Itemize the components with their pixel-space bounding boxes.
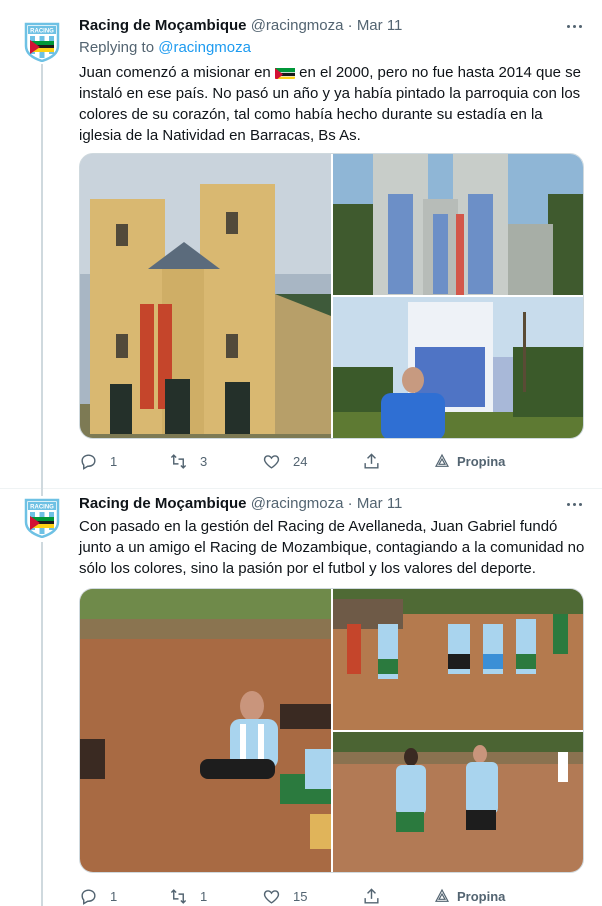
tweet-actions: 1 1 15 Propina (79, 886, 519, 906)
reply-count: 1 (110, 888, 118, 904)
retweet-button[interactable]: 3 (169, 451, 207, 471)
photo-man-church[interactable] (333, 297, 583, 438)
avatar[interactable]: RACING (24, 22, 60, 62)
share-icon (364, 452, 379, 469)
heart-icon (263, 454, 280, 469)
tip-label: Propina (457, 453, 506, 469)
photo-church-front[interactable] (80, 154, 331, 438)
retweet-count: 1 (200, 888, 208, 904)
tweet-1[interactable]: RACING Racing de Moçambique @racingmoza … (0, 0, 602, 488)
photo-player-sitting[interactable] (80, 589, 331, 872)
like-button[interactable]: 24 (262, 451, 307, 471)
tip-button[interactable]: Propina (434, 886, 505, 906)
reply-button[interactable]: 1 (79, 451, 117, 471)
tip-button[interactable]: Propina (434, 451, 505, 471)
share-button[interactable] (362, 886, 381, 906)
reply-icon (81, 453, 96, 470)
tip-icon (435, 888, 449, 902)
more-icon[interactable] (564, 16, 584, 36)
retweet-icon (170, 453, 187, 469)
author-name[interactable]: Racing de Moçambique (79, 17, 247, 34)
author-name[interactable]: Racing de Moçambique (79, 495, 247, 512)
tip-icon (435, 453, 449, 467)
heart-icon (263, 889, 280, 904)
tweet-text: Con pasado en la gestión del Racing de A… (79, 518, 585, 577)
reply-button[interactable]: 1 (79, 886, 117, 906)
share-icon (364, 887, 379, 904)
tweet-header: Racing de Moçambique @racingmoza · Mar 1… (79, 16, 562, 36)
mozambique-flag-icon (274, 66, 295, 79)
separator: · (347, 495, 353, 512)
share-button[interactable] (362, 451, 381, 471)
replying-to-mention[interactable]: @racingmoza (158, 39, 251, 56)
photo-players-field[interactable] (333, 589, 583, 730)
svg-text:RACING: RACING (30, 505, 54, 511)
like-button[interactable]: 15 (262, 886, 307, 906)
separator: · (347, 17, 353, 34)
avatar[interactable]: RACING (24, 498, 60, 538)
tweet-date[interactable]: Mar 11 (357, 17, 403, 34)
tweet-header: Racing de Moçambique @racingmoza · Mar 1… (79, 494, 562, 514)
tweet-2[interactable]: RACING Racing de Moçambique @racingmoza … (0, 488, 602, 906)
media-grid[interactable] (79, 153, 584, 439)
thread-line (41, 64, 43, 488)
thread-line-top (41, 488, 43, 496)
reply-count: 1 (110, 453, 118, 469)
author-handle[interactable]: @racingmoza (251, 495, 344, 512)
replying-prefix: Replying to (79, 39, 155, 56)
tweet-text-part-1: Juan comenzó a misionar en (79, 64, 271, 81)
photo-church-blue[interactable] (333, 154, 583, 295)
reply-icon (81, 888, 96, 905)
retweet-icon (170, 888, 187, 904)
media-grid[interactable] (79, 588, 584, 873)
retweet-button[interactable]: 1 (169, 886, 207, 906)
tweet-actions: 1 3 24 Propina (79, 451, 519, 471)
more-icon[interactable] (564, 494, 584, 514)
author-handle[interactable]: @racingmoza (251, 17, 344, 34)
svg-text:RACING: RACING (30, 29, 54, 35)
thread-line (41, 542, 43, 906)
replying-to: Replying to @racingmoza (79, 38, 251, 58)
tweet-text: Juan comenzó a misionar en en el 2000, p… (79, 62, 589, 146)
retweet-count: 3 (200, 453, 208, 469)
photo-two-players[interactable] (333, 732, 583, 872)
like-count: 15 (293, 888, 308, 904)
tweet-date[interactable]: Mar 11 (357, 495, 403, 512)
like-count: 24 (293, 453, 308, 469)
tip-label: Propina (457, 888, 506, 904)
